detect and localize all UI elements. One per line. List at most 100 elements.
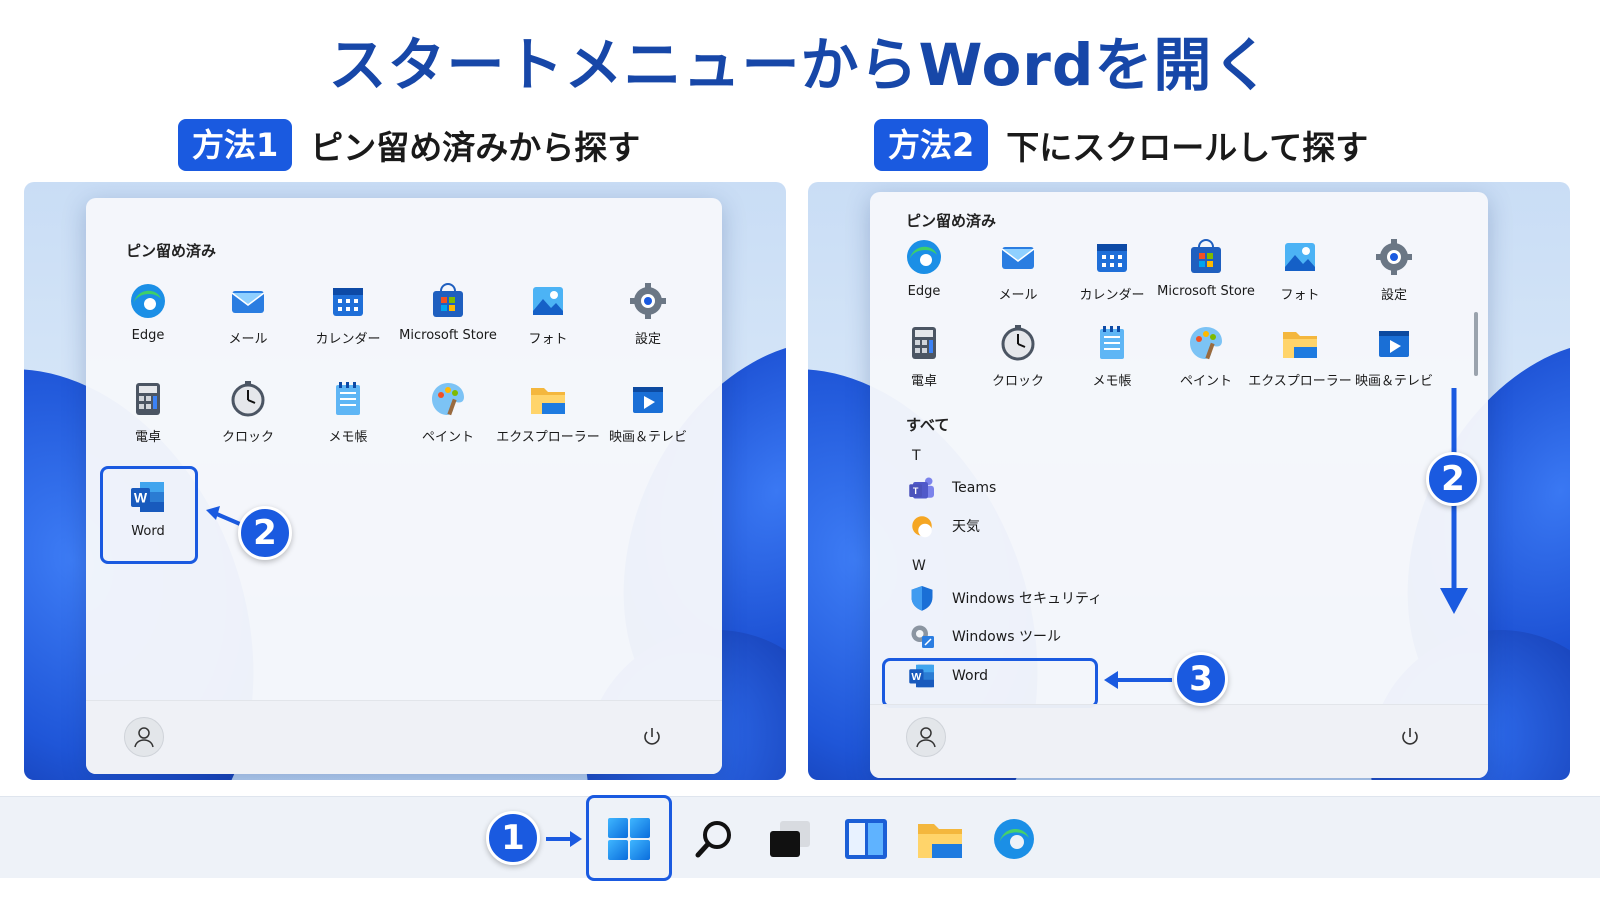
step-2-badge: 2 <box>238 506 292 560</box>
pinned-app-clock[interactable]: クロック <box>198 378 298 458</box>
app-list-item-shield[interactable]: Windows セキュリティ <box>906 580 1102 616</box>
pinned-app-paint[interactable]: ペイント <box>398 378 498 458</box>
pinned-app-paint[interactable]: ペイント <box>1156 322 1256 402</box>
start-icon <box>608 818 650 860</box>
list-icon-wrap <box>906 620 938 652</box>
clock-icon <box>231 381 265 417</box>
pinned-app-clock[interactable]: クロック <box>968 322 1068 402</box>
start-button[interactable] <box>601 811 657 867</box>
task-view-button[interactable] <box>762 811 818 867</box>
movies-icon <box>633 387 663 413</box>
app-label: クロック <box>221 430 274 445</box>
app-icon-wrap <box>327 378 369 420</box>
pinned-app-notepad[interactable]: メモ帳 <box>298 378 398 458</box>
pinned-app-mail[interactable]: メール <box>198 280 298 360</box>
pinned-app-edge[interactable]: Edge <box>874 236 974 316</box>
pinned-app-calendar[interactable]: カレンダー <box>298 280 398 360</box>
store-icon <box>433 283 463 317</box>
step-3-badge: 3 <box>1174 652 1228 706</box>
pinned-app-photos[interactable]: フォト <box>498 280 598 360</box>
app-icon-wrap <box>127 280 169 322</box>
list-icon-wrap <box>906 510 938 542</box>
pinned-app-movies[interactable]: 映画＆テレビ <box>1344 322 1444 402</box>
pinned-app-folder[interactable]: エクスプローラー <box>496 378 600 458</box>
weather-icon <box>912 516 932 538</box>
app-icon-wrap <box>627 280 669 322</box>
app-icon-wrap <box>1185 322 1227 364</box>
step-1-badge: 1 <box>486 811 540 865</box>
app-list-item-tools[interactable]: Windows ツール <box>906 618 1061 654</box>
app-icon-wrap <box>1185 236 1227 278</box>
word-highlight <box>882 658 1098 708</box>
app-icon-wrap <box>903 236 945 278</box>
app-label: メール <box>228 332 268 347</box>
app-icon-wrap <box>1373 322 1415 364</box>
pinned-app-store[interactable]: Microsoft Store <box>1156 236 1256 316</box>
edge-icon <box>131 284 165 318</box>
calendar-icon <box>1097 244 1127 272</box>
user-icon <box>916 727 936 748</box>
app-icon-wrap <box>997 322 1039 364</box>
letter-w: W <box>912 558 926 574</box>
method-1-heading: 方法1 ピン留め済みから探す <box>178 118 640 172</box>
edge-icon <box>994 819 1034 859</box>
app-icon-wrap <box>227 280 269 322</box>
notepad-icon <box>336 382 360 415</box>
movies-icon <box>1379 331 1409 357</box>
app-label: クロック <box>991 374 1044 389</box>
search-button[interactable] <box>686 811 742 867</box>
user-avatar[interactable] <box>124 717 164 757</box>
start-menu-left: ピン留め済み Edge メール カレンダー Microsoft Store フォト 設定電… <box>86 198 722 774</box>
method-2-text: 下にスクロールして探す <box>1006 128 1369 167</box>
pinned-app-settings[interactable]: 設定 <box>1344 236 1444 316</box>
photos-icon <box>533 287 563 315</box>
left-desktop-panel: ピン留め済み Edge メール カレンダー Microsoft Store フォト 設定電… <box>24 182 786 780</box>
list-icon-wrap <box>906 582 938 614</box>
teams-icon: T <box>909 477 934 499</box>
start-menu-footer <box>870 704 1488 778</box>
list-item-label: Windows セキュリティ <box>952 591 1103 607</box>
app-label: メモ帳 <box>328 430 368 445</box>
app-list-item-teams[interactable]: T Teams <box>906 470 996 506</box>
app-icon-wrap <box>527 280 569 322</box>
power-button[interactable] <box>638 723 666 751</box>
widgets-button[interactable] <box>838 811 894 867</box>
pinned-app-mail[interactable]: メール <box>968 236 1068 316</box>
file-explorer-icon <box>918 824 962 858</box>
pinned-app-store[interactable]: Microsoft Store <box>398 280 498 360</box>
list-item-label: Teams <box>952 480 997 496</box>
pinned-app-folder[interactable]: エクスプローラー <box>1248 322 1352 402</box>
app-list-item-weather[interactable]: 天気 <box>906 508 980 544</box>
file-explorer-button[interactable] <box>912 811 968 867</box>
app-label: ペイント <box>1179 374 1232 389</box>
pinned-app-notepad[interactable]: メモ帳 <box>1062 322 1162 402</box>
power-button[interactable] <box>1396 723 1424 751</box>
pinned-app-edge[interactable]: Edge <box>98 280 198 360</box>
shield-icon <box>911 586 933 611</box>
edge-button[interactable] <box>986 811 1042 867</box>
mail-icon <box>1001 247 1035 269</box>
pinned-app-movies[interactable]: 映画＆テレビ <box>598 378 698 458</box>
settings-icon <box>1376 239 1412 275</box>
list-item-label: Windows ツール <box>952 629 1061 645</box>
photos-icon <box>1285 243 1315 271</box>
pinned-app-calculator[interactable]: 電卓 <box>874 322 974 402</box>
app-label: フォト <box>528 332 568 347</box>
pinned-label: ピン留め済み <box>126 242 217 260</box>
pinned-app-calculator[interactable]: 電卓 <box>98 378 198 458</box>
app-label: ペイント <box>421 430 474 445</box>
app-label: エクスプローラー <box>496 430 600 445</box>
pinned-app-calendar[interactable]: カレンダー <box>1062 236 1162 316</box>
scrollbar-thumb[interactable] <box>1474 312 1478 376</box>
app-label: 映画＆テレビ <box>1354 374 1433 389</box>
user-avatar[interactable] <box>906 717 946 757</box>
method-2-badge: 方法2 <box>874 119 989 171</box>
pinned-app-photos[interactable]: フォト <box>1250 236 1350 316</box>
pinned-app-settings[interactable]: 設定 <box>598 280 698 360</box>
calendar-icon <box>333 288 363 316</box>
calculator-icon <box>912 327 936 359</box>
app-label: フォト <box>1280 288 1320 303</box>
app-icon-wrap <box>997 236 1039 278</box>
app-label: Microsoft Store <box>1157 284 1255 299</box>
word-highlight <box>100 466 198 564</box>
